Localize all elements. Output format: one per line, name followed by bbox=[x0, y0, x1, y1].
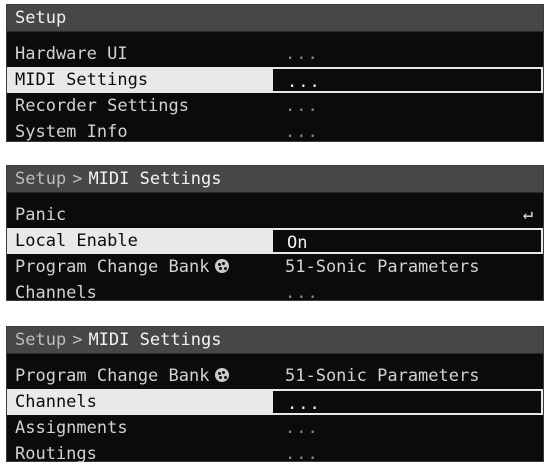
menu-item-label-text: Program Change Bank bbox=[15, 366, 210, 386]
menu-item-label: Channels bbox=[7, 389, 271, 415]
menu-item-value: ... bbox=[271, 67, 543, 93]
menu-item-channels[interactable]: Channels ... bbox=[7, 389, 543, 415]
menu-item-label: Routings bbox=[15, 444, 97, 464]
menu-item-label: Local Enable bbox=[7, 228, 271, 254]
menu-item-system-info[interactable]: System Info ... bbox=[7, 119, 543, 145]
menu-item-value: ... bbox=[271, 389, 543, 415]
menu-item-label: Recorder Settings bbox=[15, 96, 189, 116]
menu-item-value[interactable]: On bbox=[271, 228, 543, 254]
menu-item-label: Program Change Bank bbox=[15, 257, 230, 277]
menu-item-label: Program Change Bank bbox=[15, 366, 230, 386]
menu-item-value: ... bbox=[285, 122, 319, 142]
menu-item-panic[interactable]: Panic ↵ bbox=[7, 202, 543, 228]
menu-item-recorder-settings[interactable]: Recorder Settings ... bbox=[7, 93, 543, 119]
breadcrumb: Setup > MIDI Settings bbox=[7, 327, 543, 354]
menu-item-hardware-ui[interactable]: Hardware UI ... bbox=[7, 41, 543, 67]
menu-item-label: Channels bbox=[15, 283, 97, 303]
menu-list: Hardware UI ... MIDI Settings ... Record… bbox=[7, 32, 543, 145]
menu-item-value: ... bbox=[285, 283, 319, 303]
knob-icon bbox=[215, 368, 230, 382]
menu-item-program-change-bank[interactable]: Program Change Bank 51-Sonic Parameters bbox=[7, 254, 543, 280]
menu-item-label: Panic bbox=[15, 205, 67, 225]
menu-item-value: ... bbox=[285, 444, 319, 464]
panel-header: Setup bbox=[7, 5, 543, 32]
menu-item-routings[interactable]: Routings ... bbox=[7, 441, 543, 467]
menu-item-midi-settings[interactable]: MIDI Settings ... bbox=[7, 67, 543, 93]
menu-item-value: ... bbox=[285, 44, 319, 64]
page-title: Setup bbox=[15, 8, 67, 28]
menu-item-local-enable[interactable]: Local Enable On bbox=[7, 228, 543, 254]
menu-item-label: System Info bbox=[15, 122, 128, 142]
menu-item-value: ... bbox=[285, 96, 319, 116]
breadcrumb-separator: > bbox=[72, 330, 83, 350]
menu-item-value: ... bbox=[285, 418, 319, 438]
menu-item-program-change-bank[interactable]: Program Change Bank 51-Sonic Parameters bbox=[7, 363, 543, 389]
menu-item-label: Assignments bbox=[15, 418, 128, 438]
breadcrumb-separator: > bbox=[72, 169, 83, 189]
setup-menu-panel: Setup Hardware UI ... MIDI Settings ... … bbox=[6, 4, 544, 142]
midi-settings-panel: Setup > MIDI Settings Panic ↵ Local Enab… bbox=[6, 165, 544, 303]
menu-list: Program Change Bank 51-Sonic Parameters … bbox=[7, 354, 543, 467]
menu-item-label-text: Program Change Bank bbox=[15, 257, 210, 277]
breadcrumb-current: MIDI Settings bbox=[88, 169, 222, 189]
breadcrumb-parent[interactable]: Setup bbox=[15, 330, 66, 350]
breadcrumb-parent[interactable]: Setup bbox=[15, 169, 66, 189]
breadcrumb: Setup > MIDI Settings bbox=[7, 166, 543, 193]
menu-list: Panic ↵ Local Enable On Program Change B… bbox=[7, 193, 543, 306]
enter-icon: ↵ bbox=[522, 204, 533, 224]
menu-item-value: 51-Sonic Parameters bbox=[285, 257, 480, 277]
menu-item-label: Hardware UI bbox=[15, 44, 128, 64]
menu-item-label: MIDI Settings bbox=[7, 67, 271, 93]
breadcrumb-current: MIDI Settings bbox=[88, 330, 222, 350]
menu-item-value: 51-Sonic Parameters bbox=[285, 366, 480, 386]
menu-item-assignments[interactable]: Assignments ... bbox=[7, 415, 543, 441]
midi-settings-panel-scrolled: Setup > MIDI Settings Program Change Ban… bbox=[6, 326, 544, 464]
knob-icon bbox=[215, 259, 230, 273]
menu-item-channels[interactable]: Channels ... bbox=[7, 280, 543, 306]
